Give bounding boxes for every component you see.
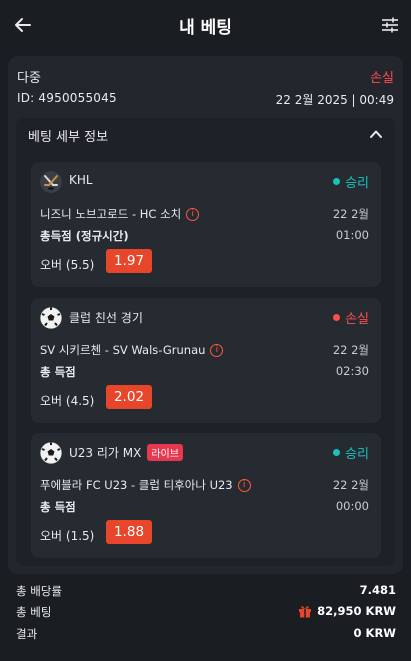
odds-badge[interactable]: 1.97 [106, 249, 152, 273]
total-odds-label: 총 배당률 [16, 584, 62, 598]
total-odds-value: 7.481 [359, 583, 396, 597]
match-time: 00:00 [335, 499, 369, 513]
odds-badge[interactable]: 2.02 [106, 385, 152, 409]
soccer-ball-icon [40, 307, 62, 329]
sliders-icon [382, 17, 398, 33]
hockey-icon [40, 171, 62, 193]
leg-result: 손실 [333, 308, 369, 327]
page-title: 내 베팅 [179, 17, 232, 38]
chevron-up-icon [370, 130, 382, 138]
bet-details-panel: 베팅 세부 정보 KHL 승리 니즈니 노브고로드 - HC 소치 i 22 2… [16, 118, 395, 566]
match-date: 22 2월 [332, 207, 369, 221]
match-time: 02:30 [335, 364, 369, 378]
bet-details-title: 베팅 세부 정보 [28, 130, 109, 145]
result-dot [333, 178, 341, 185]
match-label: 푸에블라 FC U23 - 클럽 티후아나 U23 [40, 478, 233, 492]
match-date: 22 2월 [332, 478, 369, 492]
selection-name: 오버 (5.5) [40, 258, 95, 272]
bet-card: 다중 손실 ID: 4950055045 22 2월 2025 | 00:49 … [8, 56, 403, 574]
arrow-left-icon [15, 18, 31, 32]
result-row: 결과 0 KRW [16, 623, 396, 643]
match-time: 01:00 [335, 228, 369, 242]
league-name: 클럽 친선 경기 [69, 309, 143, 326]
bet-leg: KHL 승리 니즈니 노브고로드 - HC 소치 i 22 2월 총득점 (정규… [31, 162, 381, 287]
league-name: U23 리가 MX 라이브 [69, 444, 183, 461]
league-label: 클럽 친선 경기 [69, 311, 143, 325]
bet-details-toggle[interactable]: 베팅 세부 정보 [16, 118, 395, 150]
filter-settings-button[interactable] [377, 12, 403, 38]
league-label: KHL [69, 173, 93, 187]
result-label: 승리 [345, 176, 369, 191]
info-icon[interactable]: i [210, 343, 224, 357]
result-dot [333, 314, 341, 321]
league-name: KHL [69, 173, 93, 187]
info-icon[interactable]: i [237, 478, 251, 492]
market-name: 총 득점 [40, 365, 76, 379]
league-label: U23 리가 MX [69, 446, 142, 460]
result-label: 손실 [345, 312, 369, 327]
result-label: 승리 [345, 447, 369, 462]
result-value: 0 KRW [353, 626, 396, 640]
leg-result: 승리 [333, 172, 369, 191]
top-bar: 내 베팅 [0, 0, 411, 50]
bet-datetime: 22 2월 2025 | 00:49 [275, 93, 394, 107]
total-stake-row: 총 베팅 82,950 KRW [16, 601, 396, 621]
leg-result: 승리 [333, 443, 369, 462]
total-odds-row: 총 배당률 7.481 [16, 580, 396, 600]
match-label: 니즈니 노브고로드 - HC 소치 [40, 207, 182, 221]
match-date: 22 2월 [332, 343, 369, 357]
live-badge: 라이브 [147, 444, 183, 461]
total-stake-value-wrap: 82,950 KRW [298, 604, 396, 618]
selection-name: 오버 (4.5) [40, 394, 95, 408]
total-stake-label: 총 베팅 [16, 605, 52, 619]
back-button[interactable] [10, 12, 36, 38]
match-name: SV 시키르첸 - SV Wals-Grunau i [40, 342, 224, 358]
market-name: 총득점 (정규시간) [40, 229, 129, 243]
selection-name: 오버 (1.5) [40, 529, 95, 543]
match-label: SV 시키르첸 - SV Wals-Grunau [40, 343, 206, 357]
bet-leg: 클럽 친선 경기 손실 SV 시키르첸 - SV Wals-Grunau i 2… [31, 298, 381, 423]
soccer-ball-icon [40, 442, 62, 464]
bet-type: 다중 [17, 71, 41, 86]
gift-icon [299, 606, 312, 618]
bet-status: 손실 [370, 71, 394, 86]
total-stake-value: 82,950 KRW [317, 604, 396, 618]
bet-leg: U23 리가 MX 라이브 승리 푸에블라 FC U23 - 클럽 티후아나 U… [31, 433, 381, 558]
market-name: 총 득점 [40, 500, 76, 514]
result-dot [333, 449, 341, 456]
match-name: 니즈니 노브고로드 - HC 소치 i [40, 206, 200, 222]
bet-id: ID: 4950055045 [17, 91, 117, 105]
match-name: 푸에블라 FC U23 - 클럽 티후아나 U23 i [40, 477, 251, 493]
info-icon[interactable]: i [186, 207, 200, 221]
odds-badge[interactable]: 1.88 [106, 520, 152, 544]
result-label: 결과 [16, 627, 38, 641]
